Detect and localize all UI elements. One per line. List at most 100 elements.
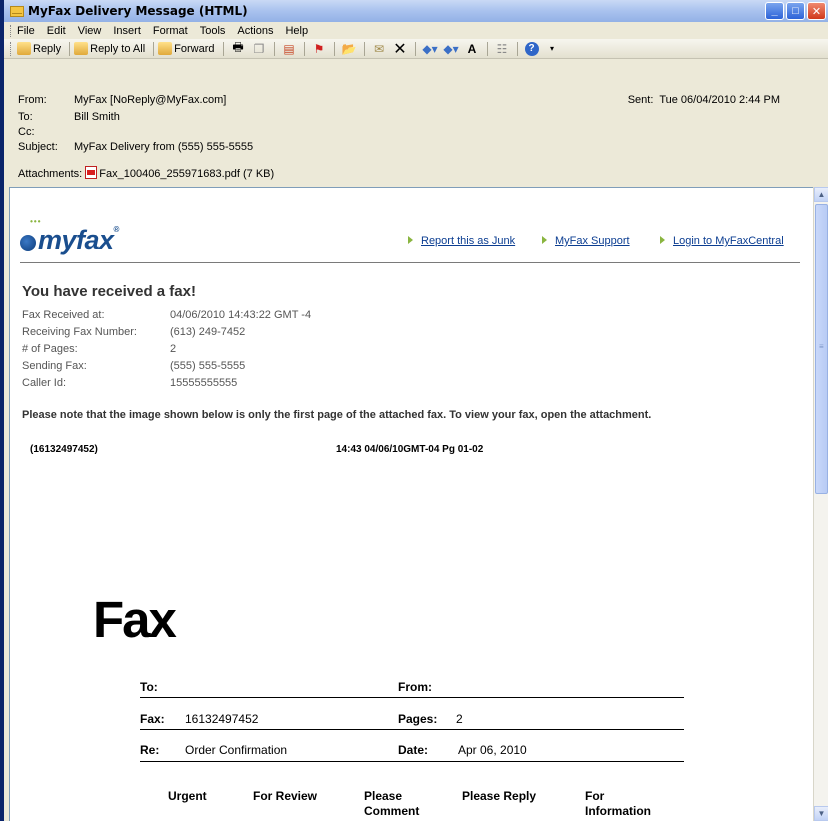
detail-label: Caller Id: [22, 377, 67, 389]
detail-label: Receiving Fax Number: [22, 326, 137, 338]
menu-actions[interactable]: Actions [237, 25, 273, 37]
toolbar-separator [153, 41, 155, 56]
toolbar-separator [222, 41, 224, 56]
move-to-folder-icon[interactable]: 📂 [342, 42, 357, 56]
attachments-row: Attachments: Fax_100406_255971683.pdf (7… [18, 166, 274, 180]
report-junk-link[interactable]: Report this as Junk [408, 235, 515, 247]
menu-bar: File Edit View Insert Format Tools Actio… [4, 22, 828, 39]
option-for-review: For Review [253, 789, 318, 803]
detail-label: # of Pages: [22, 343, 78, 355]
detail-row: # of Pages: 2 [22, 343, 176, 355]
font-size-icon[interactable]: A [465, 42, 480, 56]
from-value[interactable]: MyFax [NoReply@MyFax.com] [74, 94, 226, 106]
toolbar-separator [333, 41, 335, 56]
option-please-comment: Please Comment [364, 789, 420, 818]
fax-fax-label: Fax: [140, 712, 165, 726]
subject-label: Subject: [18, 141, 58, 153]
print-icon[interactable]: 🖶 [231, 40, 246, 56]
menu-view[interactable]: View [78, 25, 102, 37]
menu-edit[interactable]: Edit [47, 25, 66, 37]
toolbar-separator [516, 41, 518, 56]
window-title: MyFax Delivery Message (HTML) [28, 4, 248, 18]
login-myfaxcentral-link[interactable]: Login to MyFaxCentral [660, 235, 784, 247]
forward-icon [158, 42, 173, 55]
detail-value: (613) 249-7452 [170, 326, 246, 338]
fax-re-label: Re: [140, 743, 160, 757]
maximize-button[interactable]: □ [786, 2, 805, 20]
scrollbar-thumb[interactable]: ≡ [815, 204, 828, 494]
previous-item-icon[interactable]: ◆▾ [422, 42, 437, 56]
detail-label: Fax Received at: [22, 309, 105, 321]
address-book-icon[interactable]: ☷ [495, 42, 510, 56]
globe-icon [20, 233, 36, 251]
junk-icon[interactable]: ✉ [372, 42, 387, 56]
fax-fax-value: 16132497452 [185, 712, 259, 726]
fax-pages-label: Pages: [398, 712, 438, 726]
option-please-reply: Please Reply [462, 789, 537, 803]
form-rule [140, 761, 684, 762]
menu-insert[interactable]: Insert [113, 25, 141, 37]
toolbar-separator [303, 41, 305, 56]
scroll-down-arrow-icon[interactable]: ▼ [814, 806, 828, 821]
option-urgent: Urgent [168, 789, 207, 803]
toolbar-separator [414, 41, 416, 56]
close-button[interactable]: ✕ [807, 2, 826, 20]
message-body[interactable]: ••• myfax® Report this as Junk MyFax Sup… [9, 187, 814, 821]
toolbar-separator [486, 41, 488, 56]
myfax-support-label: MyFax Support [555, 235, 630, 247]
reply-all-button[interactable]: Reply to All [74, 42, 145, 55]
sent-row: Sent: Tue 06/04/2010 2:44 PM [628, 94, 780, 106]
reply-label: Reply [33, 42, 62, 55]
toolbar-separator [273, 41, 275, 56]
fax-date-value: Apr 06, 2010 [458, 743, 527, 757]
report-junk-label: Report this as Junk [421, 235, 516, 247]
logo-text: myfax [38, 225, 114, 255]
fax-date-label: Date: [398, 743, 429, 757]
attachment-note: Please note that the image shown below i… [22, 409, 652, 421]
toolbar-separator [363, 41, 365, 56]
fax-title: Fax [93, 591, 177, 648]
menu-tools[interactable]: Tools [200, 25, 226, 37]
title-bar[interactable]: MyFax Delivery Message (HTML) _ □ ✕ [4, 0, 828, 22]
detail-row: Receiving Fax Number: (613) 249-7452 [22, 326, 245, 338]
attachments-label: Attachments: [18, 168, 83, 180]
copy-icon[interactable]: ❐ [252, 42, 267, 56]
detail-label: Sending Fax: [22, 360, 87, 372]
to-value[interactable]: Bill Smith [74, 111, 120, 123]
menu-format[interactable]: Format [153, 25, 188, 37]
fax-from-label: From: [398, 680, 432, 694]
reply-button[interactable]: Reply [17, 42, 61, 55]
pdf-icon [85, 166, 98, 179]
fax-received-heading: You have received a fax! [22, 283, 196, 300]
detail-row: Sending Fax: (555) 555-5555 [22, 360, 245, 372]
help-icon[interactable]: ? [524, 41, 539, 56]
toolbar-grip [10, 41, 13, 56]
arrow-right-icon [660, 236, 665, 244]
scroll-up-arrow-icon[interactable]: ▲ [814, 187, 828, 202]
message-header: From: MyFax [NoReply@MyFax.com] To: Bill S… [4, 60, 828, 185]
arrow-right-icon [542, 236, 547, 244]
detail-value: (555) 555-5555 [170, 360, 246, 372]
from-row: From: MyFax [NoReply@MyFax.com] [18, 94, 226, 106]
form-rule [140, 729, 684, 730]
myfax-support-link[interactable]: MyFax Support [542, 235, 630, 247]
menu-file[interactable]: File [17, 25, 35, 37]
toolbar-options-icon[interactable]: ▾ [545, 42, 560, 56]
attachment-item[interactable]: Fax_100406_255971683.pdf (7 KB) [85, 166, 274, 180]
categorize-icon[interactable]: ▤ [282, 42, 297, 56]
menu-help[interactable]: Help [285, 25, 308, 37]
fax-to-label: To: [140, 680, 158, 694]
fax-pages-value: 2 [456, 712, 463, 726]
forward-button[interactable]: Forward [158, 42, 215, 55]
cc-row: Cc: [18, 126, 74, 138]
delete-icon[interactable]: ✕ [393, 41, 408, 58]
toolbar-grip [10, 24, 13, 37]
next-item-icon[interactable]: ◆▾ [443, 42, 458, 56]
flag-icon[interactable]: ⚑ [312, 42, 327, 56]
myfax-logo: ••• myfax® [20, 217, 119, 256]
minimize-button[interactable]: _ [765, 2, 784, 20]
option-for-information: For Information [585, 789, 651, 818]
to-row: To: Bill Smith [18, 111, 120, 123]
message-window: MyFax Delivery Message (HTML) _ □ ✕ File… [0, 0, 828, 821]
vertical-scrollbar[interactable]: ▲ ≡ ▼ [813, 187, 828, 821]
